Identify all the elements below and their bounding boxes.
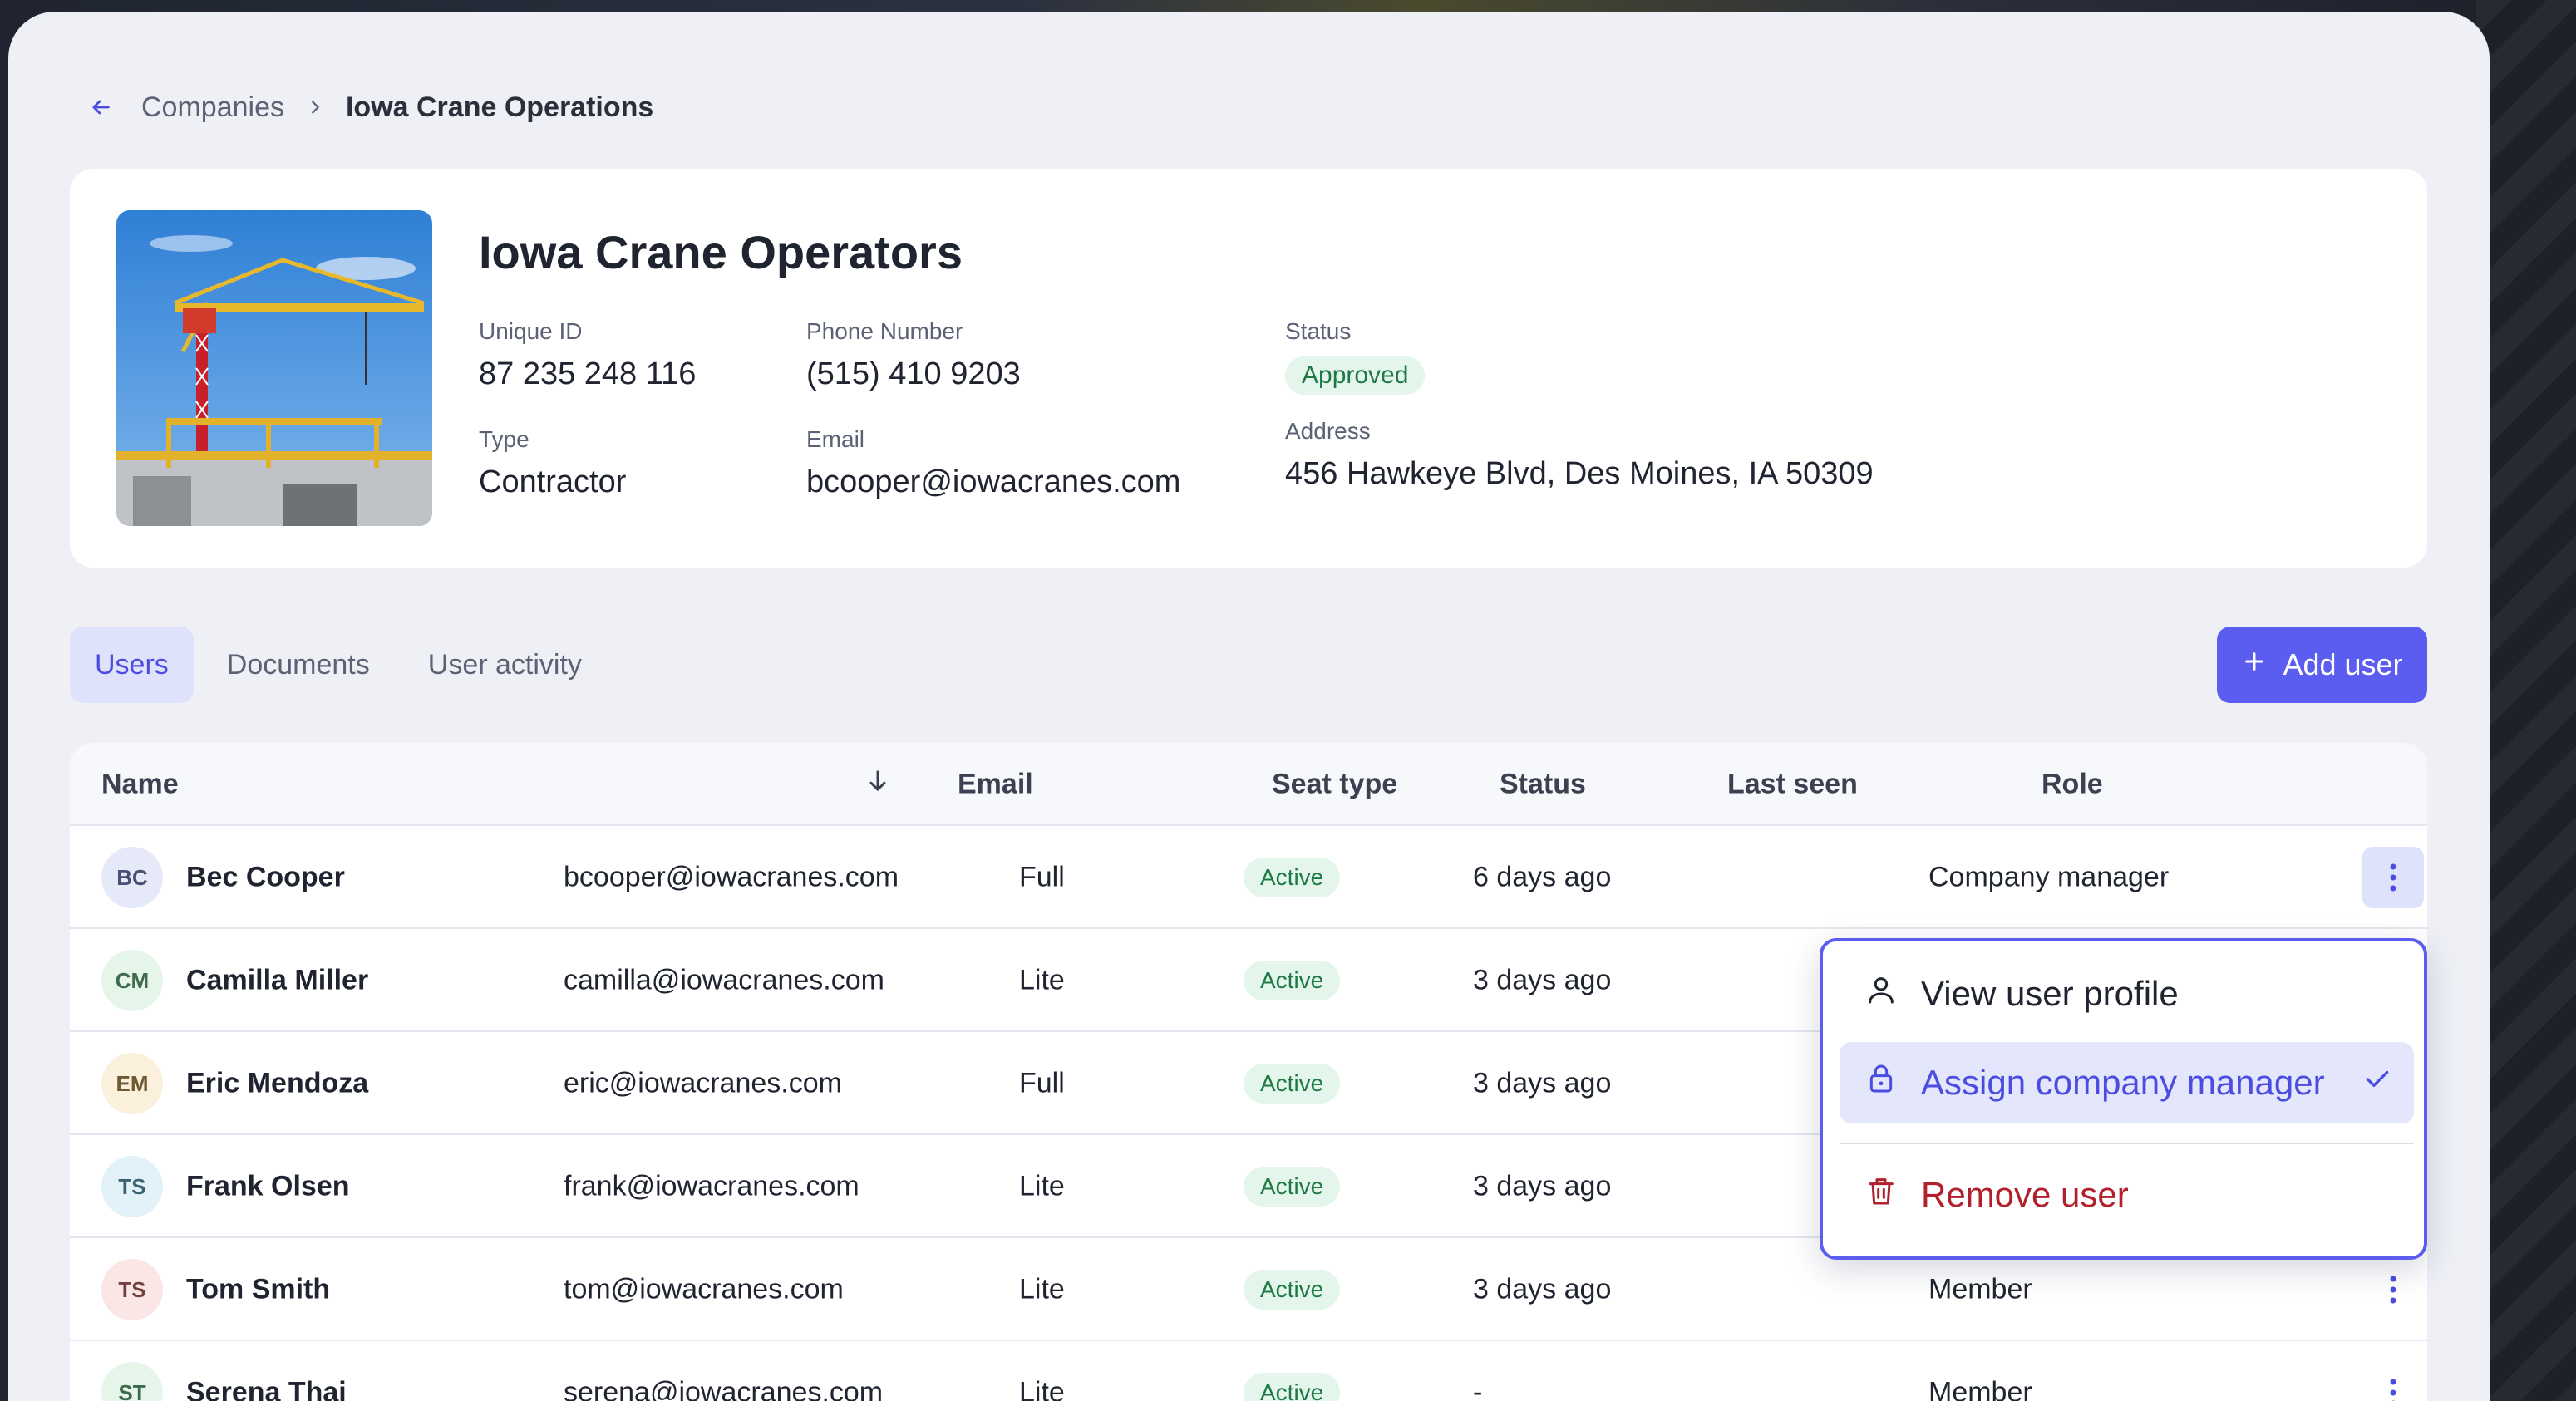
phone-field: Phone Number (515) 410 9203 [806,318,1021,392]
user-email: frank@iowacranes.com [564,1170,859,1202]
header-last-seen[interactable]: Last seen [1727,769,1858,801]
email-value: bcooper@iowacranes.com [806,465,1181,499]
breadcrumb: Companies Iowa Crane Operations [81,88,653,126]
user-name: Serena Thai [186,1376,347,1401]
type-value: Contractor [479,465,627,499]
user-role: Company manager [1928,861,2170,893]
user-seat-type: Full [1019,861,1065,893]
header-email[interactable]: Email [958,769,1033,801]
row-actions-menu: View user profile Assign company manager… [1820,938,2427,1260]
phone-value: (515) 410 9203 [806,356,1021,391]
email-label: Email [806,426,865,452]
unique-id-label: Unique ID [479,318,583,344]
remove-user-label: Remove user [1921,1175,2129,1214]
phone-label: Phone Number [806,318,963,344]
type-field: Type Contractor [479,426,626,500]
assign-company-manager-item[interactable]: Assign company manager [1840,1042,2414,1123]
avatar: TS [101,1156,163,1217]
address-field: Address 456 Hawkeye Blvd, Des Moines, IA… [1285,418,1874,492]
company-name: Iowa Crane Operators [479,226,963,278]
row-actions-kebab-icon[interactable] [2362,1259,2424,1320]
checkmark-icon [2361,1062,2394,1104]
user-role: Member [1928,1273,2032,1305]
user-status-badge: Active [1244,961,1341,1000]
address-value: 456 Hawkeye Blvd, Des Moines, IA 50309 [1285,456,1874,491]
user-status-badge: Active [1244,1373,1341,1401]
email-field: Email bcooper@iowacranes.com [806,426,1180,500]
tab-user-activity[interactable]: User activity [403,627,607,703]
user-seat-type: Lite [1019,1273,1065,1305]
user-last-seen: 3 days ago [1473,1170,1612,1202]
user-role: Member [1928,1376,2032,1401]
sort-arrow-down-icon[interactable] [864,768,891,802]
unique-id-field: Unique ID 87 235 248 116 [479,318,696,392]
company-photo [116,210,432,526]
type-label: Type [479,426,529,452]
user-icon [1864,973,1898,1015]
user-name: Frank Olsen [186,1170,350,1202]
user-name: Eric Mendoza [186,1067,369,1099]
status-field: Status Approved [1285,318,1426,395]
back-arrow-icon[interactable] [81,88,120,126]
table-row[interactable]: ST Serena Thai serena@iowacranes.com Lit… [70,1341,2427,1401]
user-status-badge: Active [1244,1270,1341,1310]
unique-id-value: 87 235 248 116 [479,356,697,391]
address-label: Address [1285,418,1371,444]
avatar: EM [101,1053,163,1114]
add-user-button[interactable]: Add user [2217,627,2427,703]
row-actions-kebab-icon[interactable] [2362,847,2424,908]
user-last-seen: 6 days ago [1473,861,1612,893]
user-email: eric@iowacranes.com [564,1067,842,1099]
user-seat-type: Full [1019,1067,1065,1099]
user-name: Camilla Miller [186,964,369,996]
plus-icon [2241,647,2268,682]
header-role[interactable]: Role [2042,769,2103,801]
breadcrumb-current: Iowa Crane Operations [345,91,654,123]
user-email: bcooper@iowacranes.com [564,861,899,893]
header-name[interactable]: Name [101,769,179,801]
user-name: Bec Cooper [186,861,345,893]
company-card: Iowa Crane Operators Unique ID 87 235 24… [70,169,2427,568]
user-email: tom@iowacranes.com [564,1273,844,1305]
row-actions-kebab-icon[interactable] [2362,1362,2424,1401]
table-row[interactable]: BC Bec Cooper bcooper@iowacranes.com Ful… [70,826,2427,929]
breadcrumb-companies-link[interactable]: Companies [141,91,284,124]
user-seat-type: Lite [1019,1170,1065,1202]
view-user-profile-item[interactable]: View user profile [1840,953,2414,1035]
trash-icon [1864,1174,1898,1216]
status-badge: Approved [1285,356,1426,395]
chevron-right-icon [306,91,324,124]
app-window: Companies Iowa Crane Operations Iowa Cra… [8,12,2490,1401]
avatar: TS [101,1259,163,1320]
remove-user-item[interactable]: Remove user [1840,1154,2414,1236]
lock-icon [1864,1062,1898,1104]
user-status-badge: Active [1244,1064,1341,1104]
background-texture [2476,0,2576,1401]
status-label: Status [1285,318,1352,344]
assign-company-manager-label: Assign company manager [1921,1063,2325,1102]
add-user-label: Add user [2283,647,2403,681]
user-status-badge: Active [1244,858,1341,897]
user-email: serena@iowacranes.com [564,1376,884,1401]
user-email: camilla@iowacranes.com [564,964,884,996]
menu-divider [1840,1143,2414,1144]
tab-users[interactable]: Users [70,627,194,703]
view-user-profile-label: View user profile [1921,974,2179,1013]
user-last-seen: 3 days ago [1473,1273,1612,1305]
avatar: BC [101,847,163,908]
header-seat-type[interactable]: Seat type [1272,769,1397,801]
table-header: Name Email Seat type Status Last seen Ro… [70,743,2427,826]
user-seat-type: Lite [1019,1376,1065,1401]
user-last-seen: 3 days ago [1473,964,1612,996]
tab-documents[interactable]: Documents [202,627,395,703]
user-seat-type: Lite [1019,964,1065,996]
user-last-seen: - [1473,1376,1483,1401]
header-status[interactable]: Status [1500,769,1586,801]
user-name: Tom Smith [186,1273,331,1305]
avatar: ST [101,1362,163,1401]
user-last-seen: 3 days ago [1473,1067,1612,1099]
user-status-badge: Active [1244,1167,1341,1207]
avatar: CM [101,950,163,1011]
tab-bar: Users Documents User activity [70,627,607,703]
